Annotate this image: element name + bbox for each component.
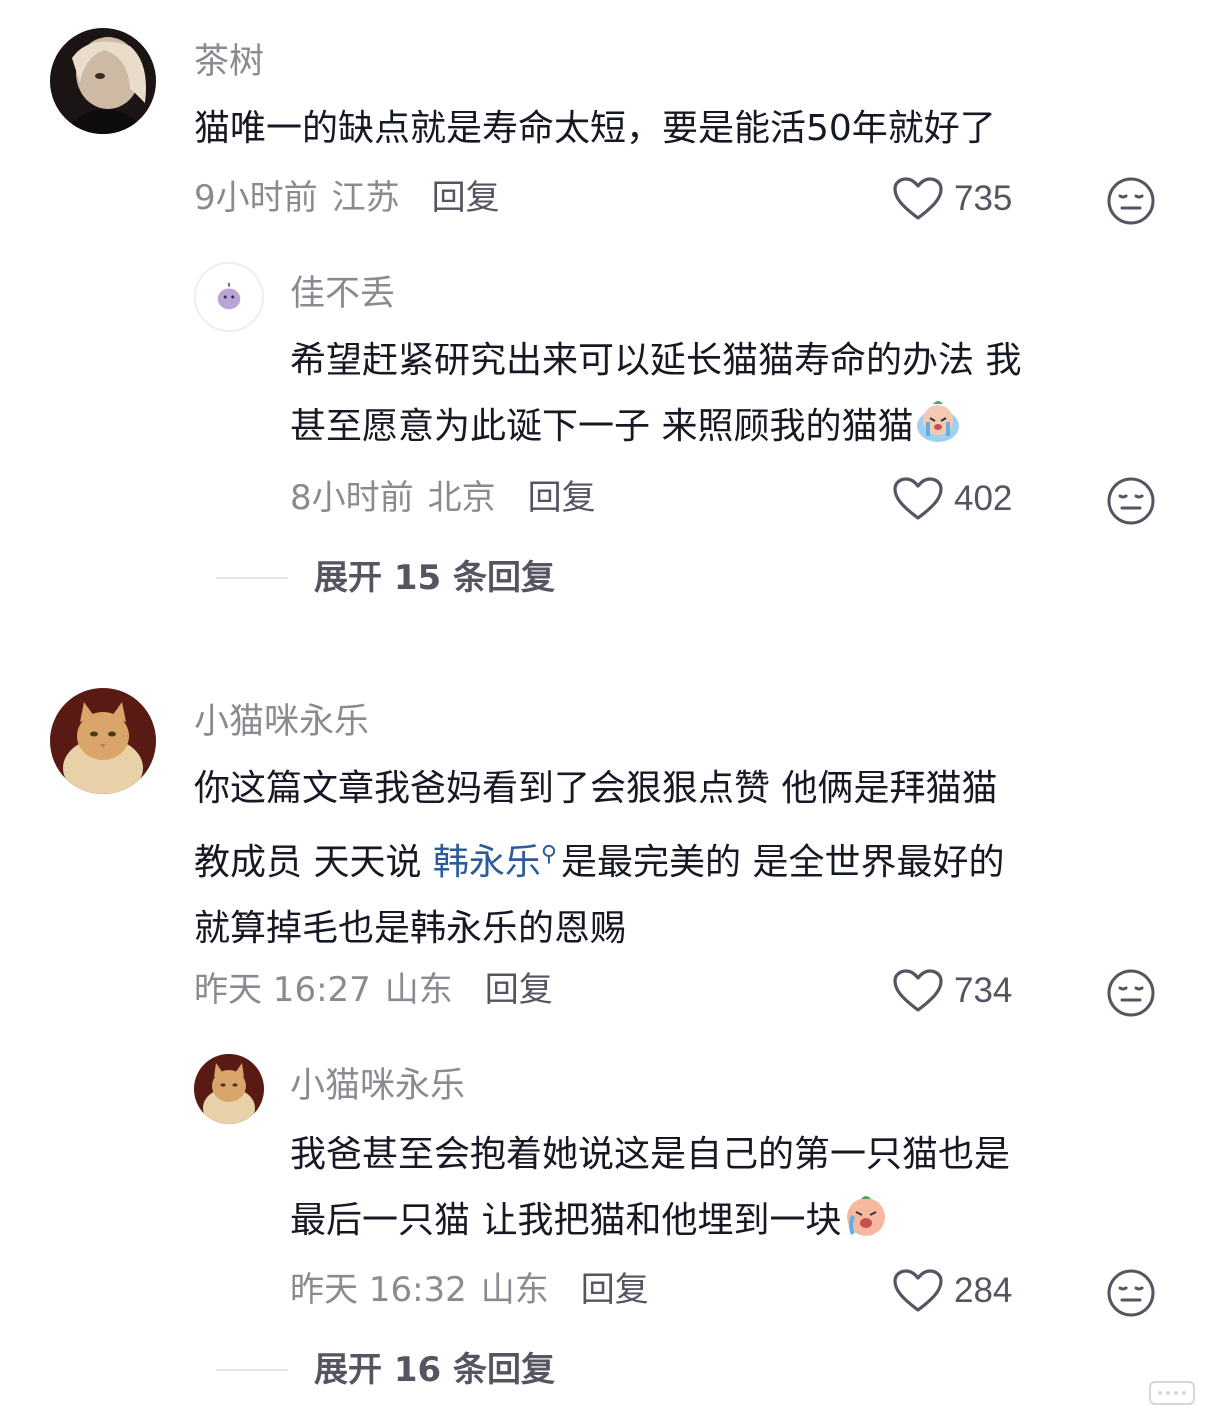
meh-face-icon: [1107, 969, 1155, 1017]
avatar-image: [196, 264, 262, 330]
like-button[interactable]: 735: [892, 176, 1012, 222]
watermark-icon: [1149, 1381, 1195, 1405]
avatar[interactable]: [194, 262, 264, 332]
username[interactable]: 小猫咪永乐: [194, 700, 369, 744]
comment-text-segment: 最后一只猫 让我把猫和他埋到一块: [290, 1200, 842, 1241]
timestamp: 昨天 16:27: [194, 970, 371, 1010]
expand-replies-label: 展开 15 条回复: [314, 558, 555, 598]
divider-line: [216, 577, 288, 579]
dislike-button[interactable]: [1106, 176, 1156, 226]
timestamp: 昨天 16:32: [290, 1270, 467, 1310]
location: 江苏: [331, 178, 400, 218]
meh-face-icon: [1107, 477, 1155, 525]
like-button[interactable]: 734: [892, 968, 1012, 1014]
username[interactable]: 小猫咪永乐: [290, 1064, 465, 1108]
heart-outline-icon: [893, 477, 943, 520]
heart-outline-icon: [893, 969, 943, 1012]
comment-text-line: 我爸甚至会抱着她说这是自己的第一只猫也是: [290, 1134, 1011, 1175]
expand-replies-label: 展开 16 条回复: [314, 1350, 555, 1390]
timestamp: 8小时前: [290, 478, 414, 518]
comment-meta: 昨天 16:27 山东 回复: [194, 968, 553, 1012]
comment-text: 我爸甚至会抱着她说这是自己的第一只猫也是 最后一只猫 让我把猫和他埋到一块: [290, 1122, 1010, 1254]
like-count: 735: [954, 179, 1013, 218]
timestamp: 9小时前: [194, 178, 318, 218]
mention-link[interactable]: 韩永乐: [433, 842, 541, 883]
like-button[interactable]: 402: [892, 476, 1012, 522]
comment-text-line: 甚至愿意为此诞下一子 来照顾我的猫猫: [290, 394, 1021, 460]
like-count: 402: [954, 479, 1013, 518]
meh-face-icon: [1107, 177, 1155, 225]
location: 山东: [480, 1270, 549, 1310]
reply-button[interactable]: 回复: [485, 968, 553, 1012]
expand-replies-button[interactable]: 展开 15 条回复: [216, 556, 555, 600]
avatar[interactable]: [50, 688, 156, 794]
comment-meta: 8小时前 北京 回复: [290, 476, 596, 520]
dislike-button[interactable]: [1106, 968, 1156, 1018]
avatar[interactable]: [50, 28, 156, 134]
username[interactable]: 茶树: [194, 40, 264, 84]
crying-emoji-icon: [841, 1190, 891, 1240]
comment-text-line: 教成员 天天说 韩永乐⚲ 是最完美的 是全世界最好的: [194, 822, 1004, 896]
dislike-button[interactable]: [1106, 476, 1156, 526]
avatar-image: [50, 28, 156, 134]
comment-text: 希望赶紧研究出来可以延长猫猫寿命的办法 我 甚至愿意为此诞下一子 来照顾我的猫猫: [290, 328, 1021, 460]
comment-text-line: 最后一只猫 让我把猫和他埋到一块: [290, 1188, 1010, 1254]
dislike-button[interactable]: [1106, 1268, 1156, 1318]
comment-meta: 9小时前 江苏 回复: [194, 176, 500, 220]
comment-meta: 昨天 16:32 山东 回复: [290, 1268, 649, 1312]
username[interactable]: 佳不丢: [290, 272, 395, 316]
comment-text: 你这篇文章我爸妈看到了会狠狠点赞 他俩是拜猫猫 教成员 天天说 韩永乐⚲ 是最完美…: [194, 756, 1004, 962]
avatar[interactable]: [194, 1054, 264, 1124]
like-button[interactable]: 284: [892, 1268, 1012, 1314]
heart-outline-icon: [893, 177, 943, 220]
reply-button[interactable]: 回复: [581, 1268, 649, 1312]
like-count: 284: [954, 1271, 1013, 1310]
comment-text-line: 就算掉毛也是韩永乐的恩赐: [194, 908, 627, 949]
crying-emoji-icon: [913, 396, 963, 446]
like-count: 734: [954, 971, 1013, 1010]
reply-button[interactable]: 回复: [432, 176, 500, 220]
avatar-image: [50, 688, 156, 794]
comment-text-segment: 是最完美的 是全世界最好的: [561, 842, 1005, 883]
expand-replies-button[interactable]: 展开 16 条回复: [216, 1348, 555, 1392]
comment-text-segment: 教成员 天天说: [194, 842, 433, 883]
comment-text: 猫唯一的缺点就是寿命太短，要是能活50年就好了: [194, 108, 996, 149]
divider-line: [216, 1369, 288, 1371]
search-icon[interactable]: ⚲: [541, 842, 557, 867]
comment-text-line: 你这篇文章我爸妈看到了会狠狠点赞 他俩是拜猫猫: [194, 768, 998, 809]
heart-outline-icon: [893, 1269, 943, 1312]
location: 山东: [384, 970, 453, 1010]
comment-text-segment: 甚至愿意为此诞下一子 来照顾我的猫猫: [290, 406, 914, 447]
comment-text-line: 希望赶紧研究出来可以延长猫猫寿命的办法 我: [290, 340, 1022, 381]
location: 北京: [427, 478, 496, 518]
avatar-image: [194, 1054, 264, 1124]
reply-button[interactable]: 回复: [528, 476, 596, 520]
meh-face-icon: [1107, 1269, 1155, 1317]
